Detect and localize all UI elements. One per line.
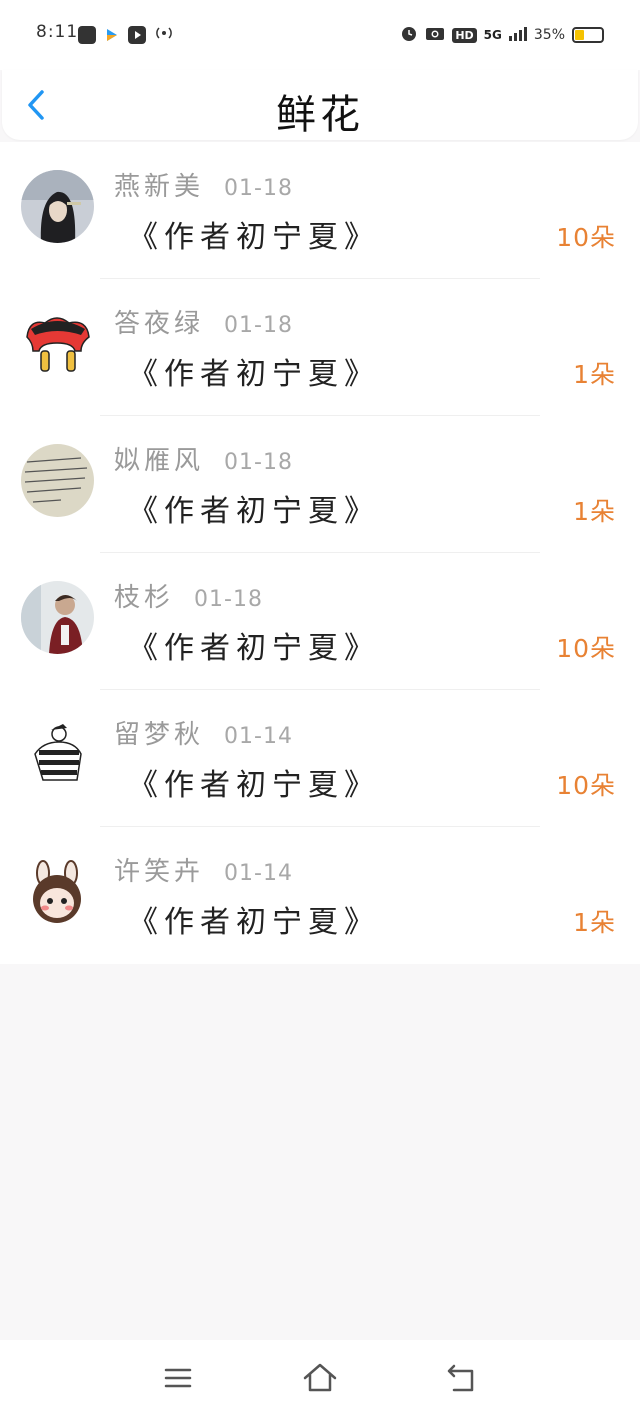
flower-count: 10朵 (556, 634, 616, 663)
user-name: 答夜绿 (114, 309, 205, 339)
list-item[interactable]: 燕新美 01-18 《作者初宁夏》 10朵 (0, 142, 640, 279)
name-row: 枝杉 01-18 (114, 577, 263, 614)
flower-count: 10朵 (556, 771, 616, 800)
list-item[interactable]: 答夜绿 01-18 《作者初宁夏》 1朵 (0, 279, 640, 416)
flower-list: 燕新美 01-18 《作者初宁夏》 10朵 答夜绿 01-18 《作者初宁夏》 … (0, 142, 640, 964)
name-row: 姒雁风 01-18 (114, 440, 293, 477)
flower-count: 1朵 (573, 360, 616, 389)
menu-icon (164, 1368, 192, 1388)
music-app-icon (78, 26, 96, 44)
battery-percent: 35% (533, 27, 565, 43)
battery-fill (575, 30, 584, 40)
user-name: 燕新美 (114, 172, 205, 202)
avatar[interactable] (21, 170, 94, 243)
item-date: 01-18 (194, 587, 263, 612)
back-nav-button[interactable] (444, 1360, 480, 1396)
video-app-icon (104, 27, 120, 43)
list-item[interactable]: 枝杉 01-18 《作者初宁夏》 10朵 (0, 553, 640, 690)
system-nav-bar (0, 1340, 640, 1415)
avatar[interactable] (21, 444, 94, 517)
hd-badge: HD (452, 27, 477, 43)
play-app-icon (128, 26, 146, 44)
item-date: 01-14 (224, 724, 293, 749)
avatar[interactable] (21, 307, 94, 380)
status-bar: 8:11 HD 5G 35% (0, 0, 640, 70)
item-date: 01-14 (224, 861, 293, 886)
battery-icon (572, 27, 604, 43)
header: 鲜花 (2, 70, 638, 140)
status-notification-icons (78, 25, 174, 45)
alarm-icon (400, 24, 418, 46)
network-type: 5G (483, 28, 502, 42)
menu-button[interactable] (160, 1360, 196, 1396)
home-button[interactable] (302, 1360, 338, 1396)
list-item[interactable]: 许笑卉 01-14 《作者初宁夏》 1朵 (0, 827, 640, 964)
user-name: 许笑卉 (114, 857, 205, 887)
user-name: 枝杉 (114, 583, 175, 613)
signal-icon (508, 25, 527, 45)
hotspot-icon (154, 25, 174, 45)
book-title: 《作者初宁夏》 (128, 905, 380, 940)
user-name: 留梦秋 (114, 720, 205, 750)
item-date: 01-18 (224, 176, 293, 201)
name-row: 留梦秋 01-14 (114, 714, 293, 751)
flower-count: 10朵 (556, 223, 616, 252)
camera-icon (425, 25, 445, 45)
flower-count: 1朵 (573, 908, 616, 937)
book-title: 《作者初宁夏》 (128, 220, 380, 255)
name-row: 燕新美 01-18 (114, 166, 293, 203)
status-time: 8:11 (36, 22, 79, 42)
avatar[interactable] (21, 855, 94, 928)
page-title: 鲜花 (276, 92, 364, 138)
book-title: 《作者初宁夏》 (128, 357, 380, 392)
avatar[interactable] (21, 581, 94, 654)
book-title: 《作者初宁夏》 (128, 631, 380, 666)
list-item[interactable]: 留梦秋 01-14 《作者初宁夏》 10朵 (0, 690, 640, 827)
name-row: 答夜绿 01-18 (114, 303, 293, 340)
status-system-icons: HD 5G 35% (400, 24, 604, 46)
user-name: 姒雁风 (114, 446, 205, 476)
list-item[interactable]: 姒雁风 01-18 《作者初宁夏》 1朵 (0, 416, 640, 553)
avatar[interactable] (21, 718, 94, 791)
return-icon (447, 1364, 474, 1392)
book-title: 《作者初宁夏》 (128, 494, 380, 529)
name-row: 许笑卉 01-14 (114, 851, 293, 888)
book-title: 《作者初宁夏》 (128, 768, 380, 803)
flower-count: 1朵 (573, 497, 616, 526)
home-icon (303, 1363, 337, 1392)
item-date: 01-18 (224, 313, 293, 338)
item-date: 01-18 (224, 450, 293, 475)
